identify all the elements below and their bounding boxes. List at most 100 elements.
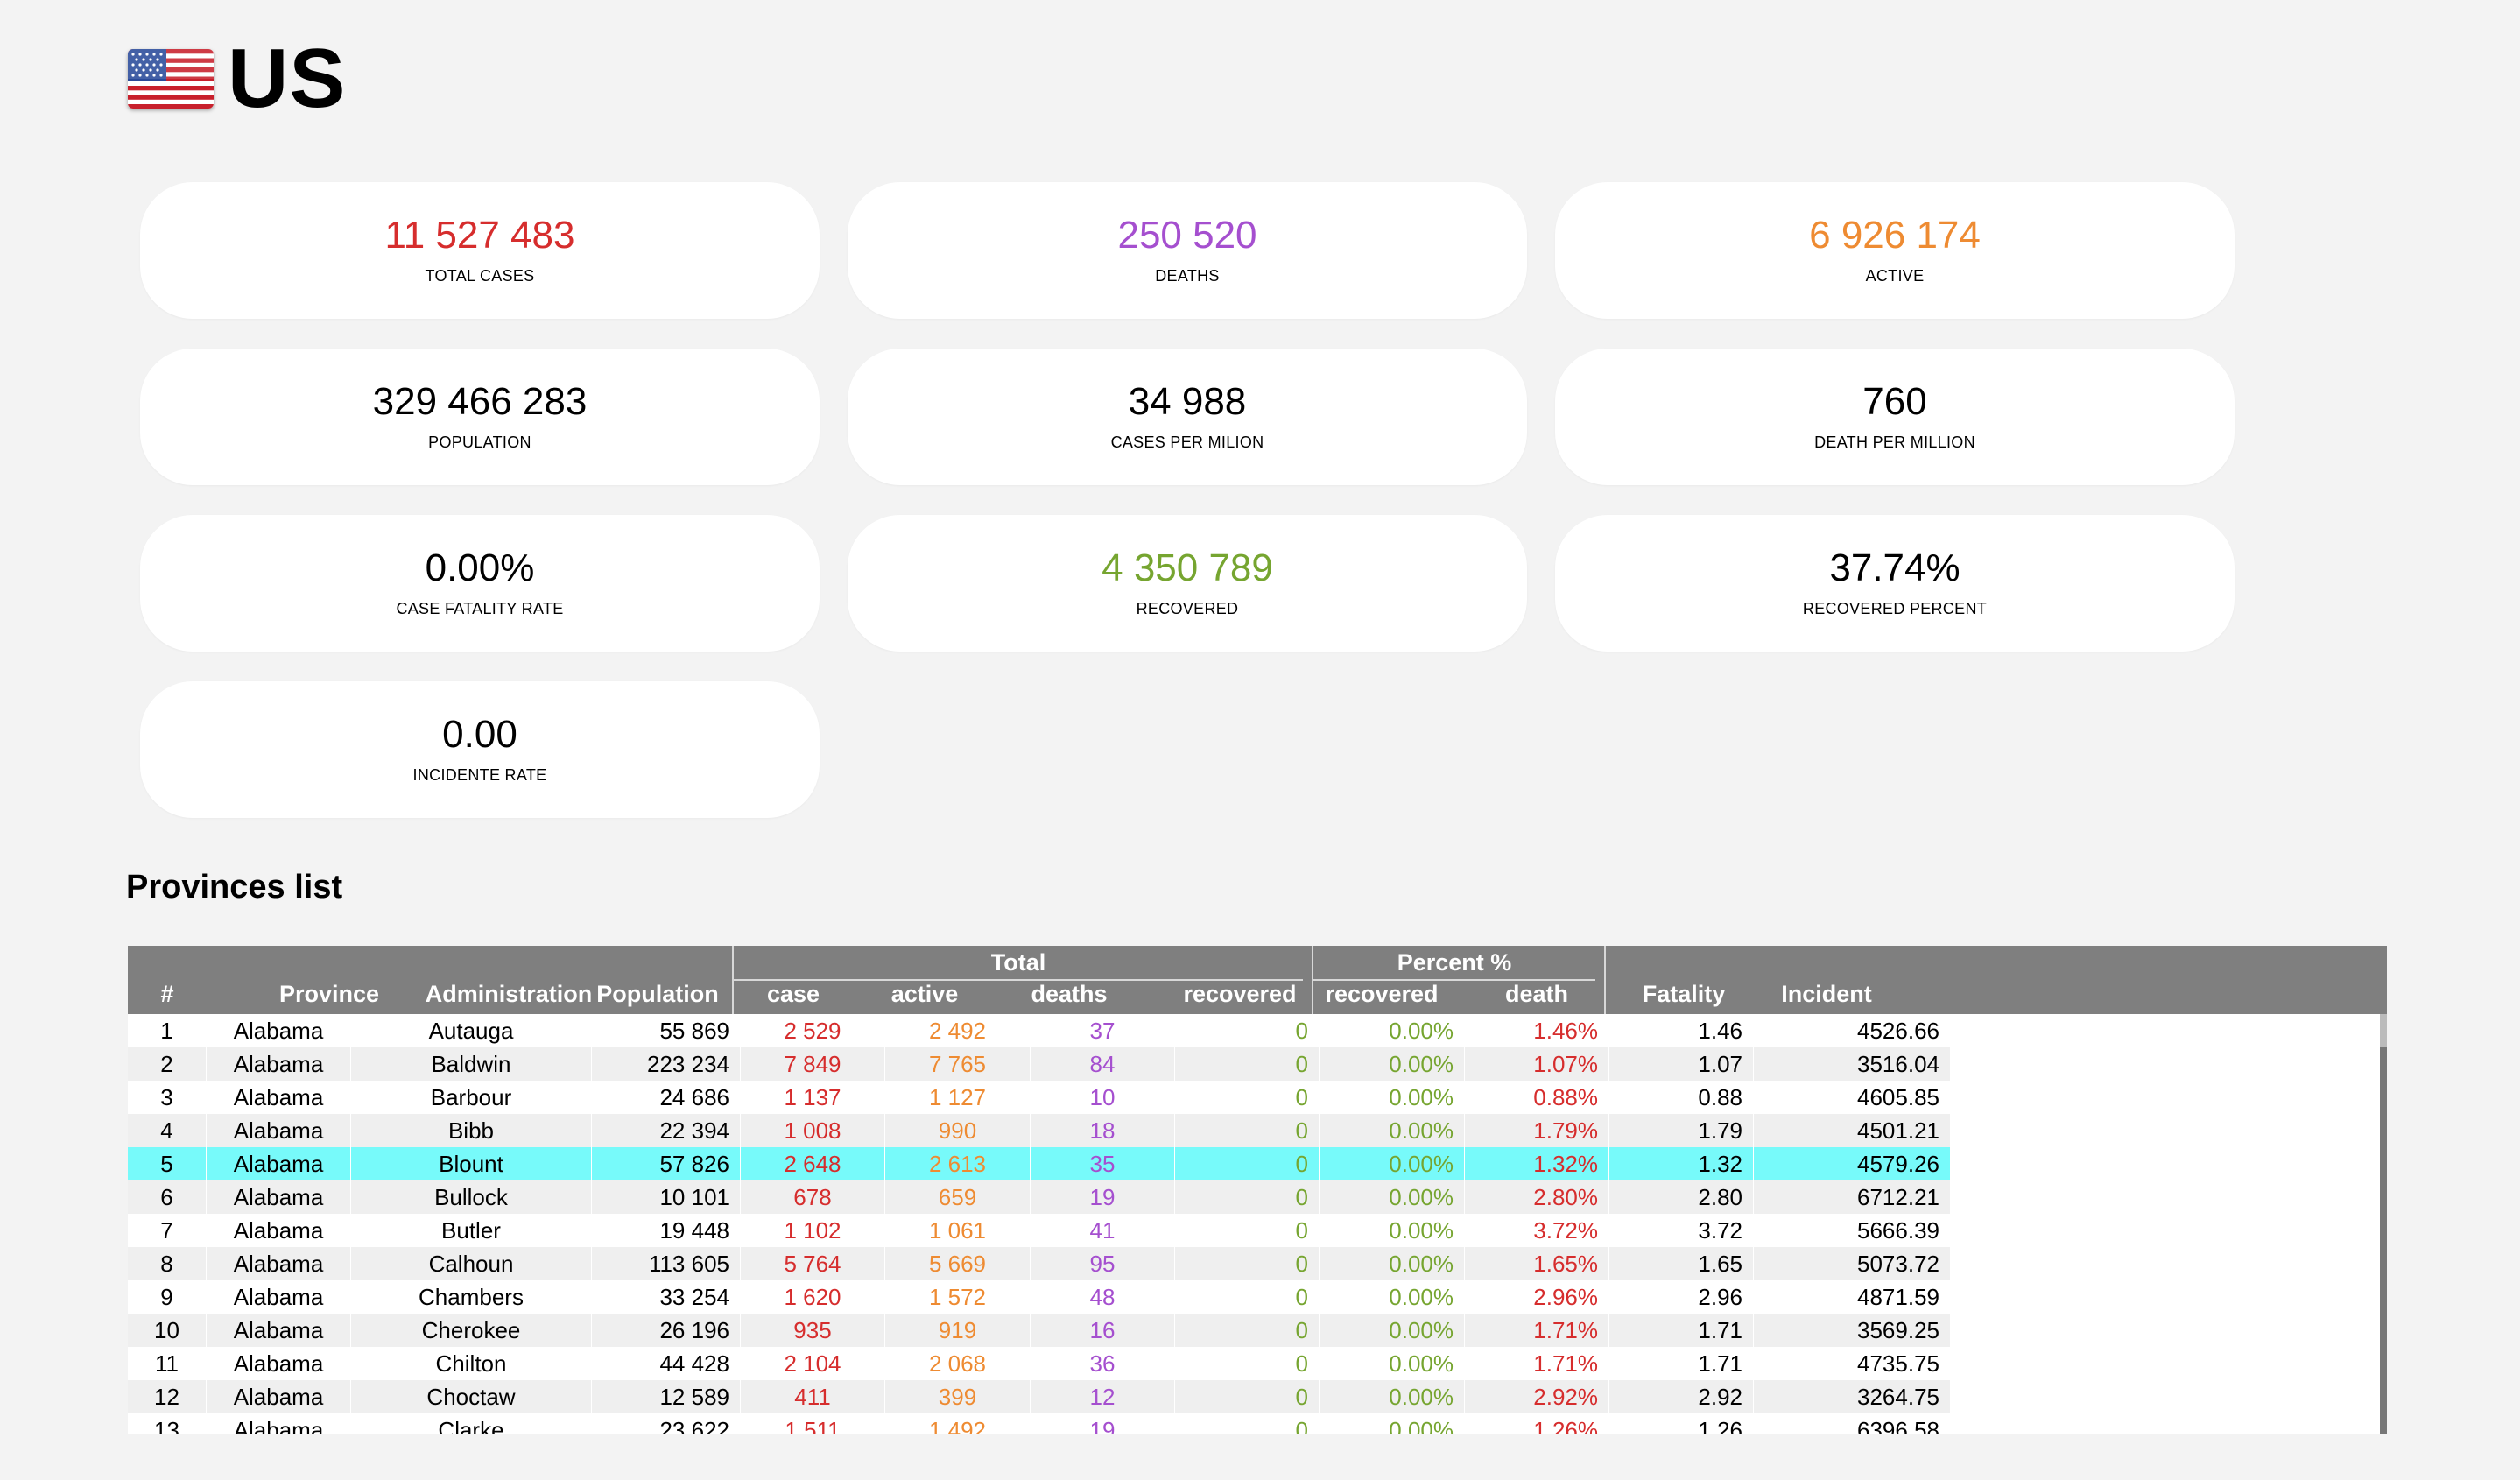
- cell-number: 2: [128, 1047, 207, 1081]
- table-row[interactable]: 4 Alabama Bibb 22 394 1 008 990 18 0 0.00% 1.79% 1…: [128, 1114, 1951, 1147]
- cell-active: 2 613: [885, 1147, 1031, 1180]
- cell-active: 2 492: [885, 1014, 1031, 1047]
- cell-death-percent: 2.96%: [1465, 1280, 1609, 1314]
- cell-deaths: 18: [1031, 1114, 1175, 1147]
- stat-value: 6 926 174: [1809, 213, 1981, 257]
- cell-province: Alabama: [207, 1214, 351, 1247]
- cell-recovered: 0: [1175, 1413, 1320, 1434]
- cell-death-percent: 1.65%: [1465, 1247, 1609, 1280]
- column-header-active[interactable]: active: [872, 981, 977, 1008]
- cell-recovered: 0: [1175, 1114, 1320, 1147]
- cell-active: 399: [885, 1380, 1031, 1413]
- cell-death-percent: 1.71%: [1465, 1347, 1609, 1380]
- cell-fatality: 3.72: [1609, 1214, 1754, 1247]
- table-row[interactable]: 5 Alabama Blount 57 826 2 648 2 613 35 0 0.00% 1.…: [128, 1147, 1951, 1180]
- table-row[interactable]: 9 Alabama Chambers 33 254 1 620 1 572 48 0 0.00%…: [128, 1280, 1951, 1314]
- cell-population: 223 234: [592, 1047, 741, 1081]
- cell-province: Alabama: [207, 1380, 351, 1413]
- cell-incident: 6712.21: [1754, 1180, 1951, 1214]
- cell-recovered-percent: 0.00%: [1320, 1047, 1465, 1081]
- table-row[interactable]: 6 Alabama Bullock 10 101 678 659 19 0 0.00% 2.80%…: [128, 1180, 1951, 1214]
- cell-incident: 4871.59: [1754, 1280, 1951, 1314]
- stat-label: RECOVERED PERCENT: [1802, 599, 1988, 617]
- table-row[interactable]: 7 Alabama Butler 19 448 1 102 1 061 41 0 0.00% 3.…: [128, 1214, 1951, 1247]
- cell-case: 2 104: [741, 1347, 885, 1380]
- cell-number: 8: [128, 1247, 207, 1280]
- cell-number: 7: [128, 1214, 207, 1247]
- column-header-death-percent[interactable]: death: [1489, 981, 1585, 1008]
- cell-fatality: 0.88: [1609, 1081, 1754, 1114]
- stat-card-incidence-rate: 0.00 INCIDENTE RATE: [140, 681, 820, 818]
- column-header-recovered-percent[interactable]: recovered: [1320, 981, 1443, 1008]
- cell-number: 9: [128, 1280, 207, 1314]
- stat-value: 0.00: [442, 712, 517, 756]
- cell-population: 113 605: [592, 1247, 741, 1280]
- table-row[interactable]: 11 Alabama Chilton 44 428 2 104 2 068 36 0 0.00%…: [128, 1347, 1951, 1380]
- cell-population: 10 101: [592, 1180, 741, 1214]
- us-flag-icon: [128, 49, 214, 109]
- table-row[interactable]: 8 Alabama Calhoun 113 605 5 764 5 669 95 0 0.00%…: [128, 1247, 1951, 1280]
- cell-recovered-percent: 0.00%: [1320, 1180, 1465, 1214]
- cell-recovered: 0: [1175, 1180, 1320, 1214]
- column-header-deaths[interactable]: deaths: [1012, 981, 1126, 1008]
- cell-recovered-percent: 0.00%: [1320, 1114, 1465, 1147]
- cell-province: Alabama: [207, 1047, 351, 1081]
- column-header-administration[interactable]: Administration: [417, 981, 601, 1008]
- cell-deaths: 19: [1031, 1413, 1175, 1434]
- cell-recovered-percent: 0.00%: [1320, 1413, 1465, 1434]
- cell-recovered: 0: [1175, 1280, 1320, 1314]
- cell-administration: Barbour: [351, 1081, 592, 1114]
- cell-deaths: 36: [1031, 1347, 1175, 1380]
- cell-case: 5 764: [741, 1247, 885, 1280]
- table-row[interactable]: 1 Alabama Autauga 55 869 2 529 2 492 37 0 0.00% 1…: [128, 1014, 1951, 1047]
- table-row[interactable]: 2 Alabama Baldwin 223 234 7 849 7 765 84 0 0.00%…: [128, 1047, 1951, 1081]
- table-row[interactable]: 13 Alabama Clarke 23 622 1 511 1 492 19 0 0.00% 1…: [128, 1413, 1951, 1434]
- cell-deaths: 41: [1031, 1214, 1175, 1247]
- cell-administration: Autauga: [351, 1014, 592, 1047]
- cell-recovered-percent: 0.00%: [1320, 1380, 1465, 1413]
- column-header-recovered[interactable]: recovered: [1179, 981, 1301, 1008]
- cell-fatality: 1.07: [1609, 1047, 1754, 1081]
- cell-case: 1 620: [741, 1280, 885, 1314]
- cell-incident: 4501.21: [1754, 1114, 1951, 1147]
- cell-active: 5 669: [885, 1247, 1031, 1280]
- cell-active: 659: [885, 1180, 1031, 1214]
- header-group-percent: Percent %: [1397, 949, 1512, 976]
- cell-population: 26 196: [592, 1314, 741, 1347]
- table-row[interactable]: 3 Alabama Barbour 24 686 1 137 1 127 10 0 0.00% 0…: [128, 1081, 1951, 1114]
- table-scrollbar-track-top[interactable]: [2380, 1014, 2387, 1047]
- column-header-province[interactable]: Province: [259, 981, 399, 1008]
- stat-label: DEATH PER MILLION: [1814, 433, 1975, 451]
- table-scrollbar[interactable]: [2380, 1014, 2387, 1434]
- column-header-population[interactable]: Population: [592, 981, 723, 1008]
- cell-province: Alabama: [207, 1280, 351, 1314]
- cell-deaths: 12: [1031, 1380, 1175, 1413]
- country-header: US: [128, 35, 346, 123]
- cell-administration: Baldwin: [351, 1047, 592, 1081]
- cell-administration: Chambers: [351, 1280, 592, 1314]
- stat-card-death-per-million: 760 DEATH PER MILLION: [1555, 349, 2235, 485]
- column-header-incident[interactable]: Incident: [1765, 981, 1888, 1008]
- column-header-number[interactable]: #: [128, 981, 207, 1008]
- stat-label: INCIDENTE RATE: [412, 765, 547, 784]
- cell-case: 2 529: [741, 1014, 885, 1047]
- column-header-fatality[interactable]: Fatality: [1627, 981, 1741, 1008]
- cell-province: Alabama: [207, 1347, 351, 1380]
- cell-death-percent: 1.71%: [1465, 1314, 1609, 1347]
- table-row[interactable]: 10 Alabama Cherokee 26 196 935 919 16 0 0.00% 1.7…: [128, 1314, 1951, 1347]
- cell-population: 55 869: [592, 1014, 741, 1047]
- stat-label: ACTIVE: [1865, 266, 1925, 285]
- cell-fatality: 1.71: [1609, 1314, 1754, 1347]
- cell-incident: 4526.66: [1754, 1014, 1951, 1047]
- column-header-case[interactable]: case: [741, 981, 846, 1008]
- cell-deaths: 10: [1031, 1081, 1175, 1114]
- cell-active: 1 061: [885, 1214, 1031, 1247]
- cell-province: Alabama: [207, 1147, 351, 1180]
- cell-incident: 3569.25: [1754, 1314, 1951, 1347]
- cell-number: 10: [128, 1314, 207, 1347]
- cell-number: 11: [128, 1347, 207, 1380]
- cell-fatality: 1.46: [1609, 1014, 1754, 1047]
- cell-deaths: 35: [1031, 1147, 1175, 1180]
- table-row[interactable]: 12 Alabama Choctaw 12 589 411 399 12 0 0.00% 2.92…: [128, 1380, 1951, 1413]
- country-name: US: [228, 32, 347, 125]
